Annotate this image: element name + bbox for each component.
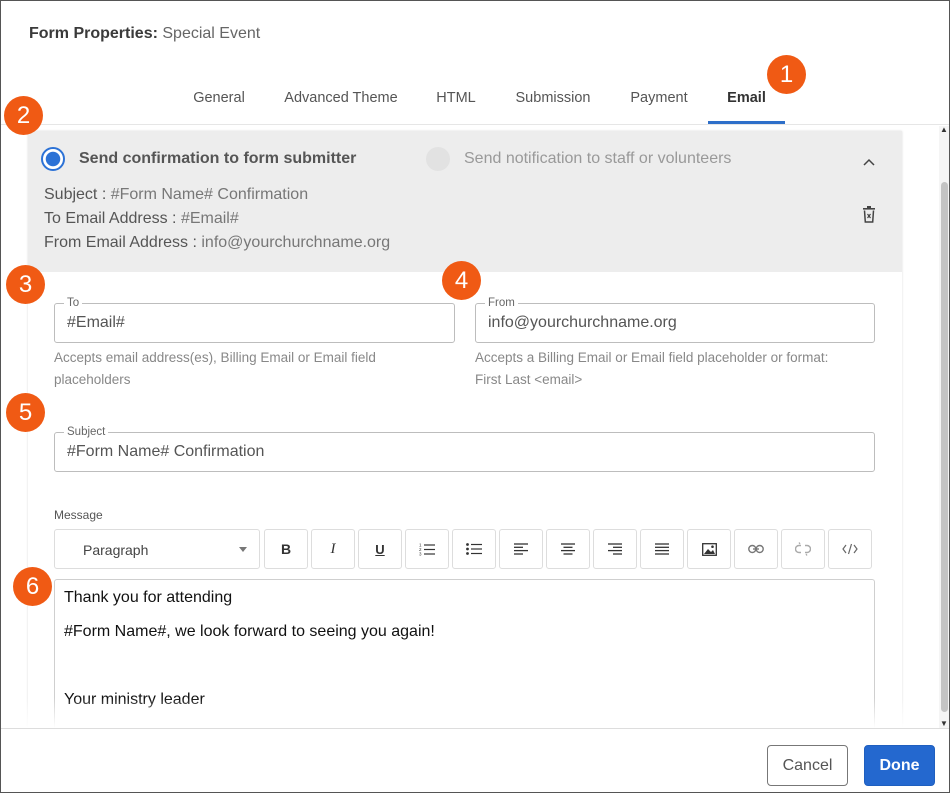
summary-subject-label: Subject :: [44, 186, 111, 203]
from-field-label: From: [485, 296, 518, 310]
email-settings-panel: Send confirmation to form submitter Send…: [1, 126, 949, 728]
underline-button[interactable]: U: [358, 529, 402, 569]
align-justify-icon: [655, 543, 669, 555]
subject-field-value[interactable]: #Form Name# Confirmation: [67, 443, 264, 461]
subject-field[interactable]: Subject #Form Name# Confirmation: [54, 425, 875, 472]
scroll-fade: [1, 698, 939, 728]
paragraph-format-select[interactable]: Paragraph: [54, 529, 260, 569]
email-card: Send confirmation to form submitter Send…: [28, 131, 902, 728]
callout-marker-1: 1: [767, 55, 806, 94]
summary-from: From Email Address : info@yourchurchname…: [44, 234, 390, 252]
radio-send-confirmation[interactable]: Send confirmation to form submitter: [41, 147, 356, 171]
unlink-button[interactable]: [781, 529, 825, 569]
from-hint-line-1: Accepts a Billing Email or Email field p…: [475, 350, 829, 365]
align-center-button[interactable]: [546, 529, 590, 569]
radio-send-notification-label: Send notification to staff or volunteers: [464, 150, 732, 167]
summary-to-label: To Email Address :: [44, 210, 181, 227]
underline-icon: U: [375, 541, 385, 557]
caret-down-icon: [239, 547, 247, 552]
align-right-icon: [608, 543, 622, 555]
callout-marker-4: 4: [442, 261, 481, 300]
paragraph-format-value: Paragraph: [83, 542, 149, 558]
summary-from-label: From Email Address :: [44, 234, 202, 251]
bullet-list-button[interactable]: [452, 529, 496, 569]
subject-field-label: Subject: [64, 425, 109, 439]
radio-send-confirmation-label: Send confirmation to form submitter: [79, 150, 357, 167]
message-line-1: Thank you for attending: [64, 589, 233, 606]
summary-subject: Subject : #Form Name# Confirmation: [44, 186, 308, 204]
insert-image-button[interactable]: [687, 529, 731, 569]
align-center-icon: [561, 543, 575, 555]
cancel-button[interactable]: Cancel: [767, 745, 848, 786]
from-hint-line-2: First Last <email>: [475, 372, 583, 387]
tab-bar: General Advanced Theme HTML Submission P…: [1, 79, 949, 125]
form-properties-dialog: Form Properties: Special Event General A…: [0, 0, 950, 793]
align-left-icon: [514, 543, 528, 555]
bullet-list-icon: [466, 543, 482, 555]
code-icon: [842, 543, 858, 555]
code-view-button[interactable]: [828, 529, 872, 569]
dialog-footer: Cancel Done: [1, 728, 949, 792]
ordered-list-icon: 1 2 3: [419, 543, 435, 557]
svg-text:3: 3: [419, 552, 422, 557]
from-email-field[interactable]: From info@yourchurchname.org: [475, 296, 875, 343]
callout-marker-2: 2: [4, 96, 43, 135]
from-field-hint: Accepts a Billing Email or Email field p…: [475, 347, 828, 391]
dialog-title-form-name: Special Event: [162, 25, 261, 42]
summary-from-value: info@yourchurchname.org: [201, 234, 391, 251]
unlink-icon: [795, 542, 811, 556]
message-label: Message: [54, 508, 103, 522]
image-icon: [701, 542, 717, 556]
scrollbar-thumb[interactable]: [941, 182, 948, 712]
tab-advanced-theme[interactable]: Advanced Theme: [281, 79, 401, 124]
italic-button[interactable]: I: [311, 529, 355, 569]
insert-link-button[interactable]: [734, 529, 778, 569]
to-hint-line-2: placeholders: [54, 372, 131, 387]
message-line-2: #Form Name#, we look forward to seeing y…: [64, 623, 435, 640]
chevron-up-icon[interactable]: [862, 155, 876, 169]
callout-marker-5: 5: [6, 393, 45, 432]
link-icon: [748, 544, 764, 554]
scroll-up-arrow-icon[interactable]: ▲: [940, 126, 948, 134]
italic-icon: I: [330, 540, 336, 557]
vertical-scrollbar[interactable]: ▲ ▼: [939, 126, 949, 728]
email-summary: Send confirmation to form submitter Send…: [28, 131, 902, 272]
done-button[interactable]: Done: [864, 745, 935, 786]
callout-marker-3: 3: [6, 265, 45, 304]
to-field-value[interactable]: #Email#: [67, 314, 125, 332]
from-field-value[interactable]: info@yourchurchname.org: [488, 314, 677, 332]
scroll-down-arrow-icon[interactable]: ▼: [940, 720, 948, 728]
tab-payment[interactable]: Payment: [627, 79, 691, 124]
summary-to: To Email Address : #Email#: [44, 210, 239, 228]
to-email-field[interactable]: To #Email#: [54, 296, 455, 343]
dialog-title-label: Form Properties:: [29, 25, 158, 42]
align-justify-button[interactable]: [640, 529, 684, 569]
radio-selected-icon: [41, 147, 65, 171]
align-left-button[interactable]: [499, 529, 543, 569]
tab-submission[interactable]: Submission: [511, 79, 595, 124]
to-hint-line-1: Accepts email address(es), Billing Email…: [54, 350, 376, 365]
ordered-list-button[interactable]: 1 2 3: [405, 529, 449, 569]
callout-marker-6: 6: [13, 567, 52, 606]
bold-icon: B: [280, 541, 292, 557]
radio-unselected-icon: [426, 147, 450, 171]
to-field-hint: Accepts email address(es), Billing Email…: [54, 347, 376, 391]
summary-subject-value: #Form Name# Confirmation: [110, 186, 309, 203]
bold-button[interactable]: B: [264, 529, 308, 569]
trash-icon[interactable]: [862, 206, 876, 223]
summary-to-value: #Email#: [180, 210, 239, 227]
radio-send-notification[interactable]: Send notification to staff or volunteers: [426, 147, 731, 171]
tab-general[interactable]: General: [191, 79, 247, 124]
align-right-button[interactable]: [593, 529, 637, 569]
to-field-label: To: [64, 296, 83, 310]
tab-html[interactable]: HTML: [435, 79, 477, 124]
dialog-title: Form Properties: Special Event: [29, 25, 260, 43]
